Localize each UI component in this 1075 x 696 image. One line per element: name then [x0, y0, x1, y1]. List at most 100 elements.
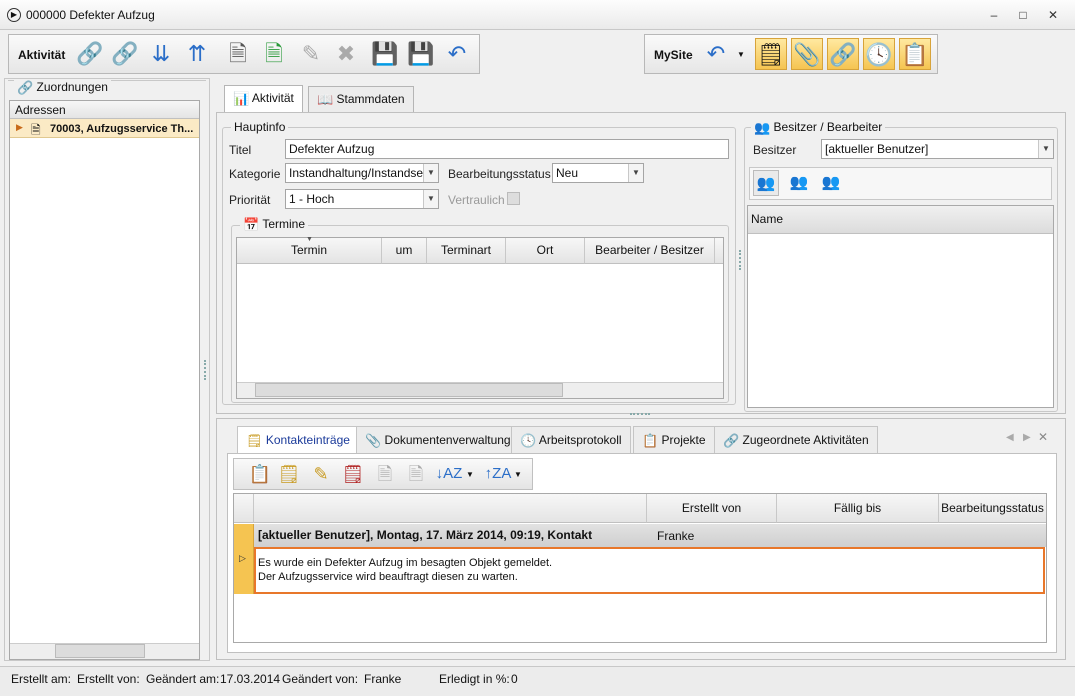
edit-user-icon[interactable]: 👥 [818, 170, 844, 196]
sidebar-scroll-thumb[interactable] [55, 644, 145, 658]
chevron-down-icon[interactable]: ▼ [423, 164, 438, 182]
termine-legend: 📅 Termine [240, 217, 308, 232]
new-document-icon[interactable]: 🗎 [222, 38, 254, 70]
bearbeitungsstatus-select[interactable]: Neu ▼ [552, 163, 644, 183]
besitzer-legend: 👥 Besitzer / Bearbeiter [751, 120, 886, 135]
folder-icon: 📋 [642, 432, 659, 448]
col-um[interactable]: um [382, 238, 427, 264]
erstellt-von-label: Erstellt von: [77, 672, 140, 686]
tab-dokumentenverwaltung-label: Dokumentenverwaltung [384, 433, 511, 447]
col-indicator [234, 494, 254, 523]
activity-icon: 📊 [233, 90, 250, 106]
addresses-header[interactable]: Adressen [10, 101, 199, 119]
arrow-down-icon[interactable]: ⇊ [145, 38, 177, 70]
undo-icon[interactable]: ↶ [700, 38, 732, 70]
expand-arrow-icon[interactable]: ▶ [16, 122, 23, 133]
bearbeitungsstatus-label: Bearbeitungsstatus [448, 167, 551, 181]
clipboard-icon[interactable]: 📋 [899, 38, 931, 70]
erledigt-label: Erledigt in %: [439, 672, 510, 686]
undo-dropdown-icon[interactable]: ▼ [737, 50, 745, 59]
geaendert-von-value: Franke [364, 672, 402, 686]
addresses-panel [9, 100, 200, 660]
save-close-icon[interactable]: 💾 [405, 38, 437, 70]
tab-close-icon[interactable]: ✕ [1038, 430, 1048, 444]
copy-icon[interactable]: 🗎 [369, 458, 401, 490]
tab-projekte[interactable]: 📋 Projekte [633, 426, 715, 454]
col-filler [715, 238, 723, 264]
link-icon[interactable]: 🔗 [827, 38, 859, 70]
tab-zugeordnete[interactable]: 🔗 Zugeordnete Aktivitäten [714, 426, 878, 454]
clock-icon[interactable]: 🕓 [863, 38, 895, 70]
sort-za-icon[interactable]: ↑ZA [482, 458, 514, 490]
tab-aktivitaet-label: Aktivität [251, 91, 294, 105]
note-icon[interactable]: 🗒 [755, 38, 787, 70]
sort-az-icon[interactable]: ↓AZ [433, 458, 465, 490]
paste-icon[interactable]: 🗎 [400, 458, 432, 490]
tab-kontakteintraege[interactable]: 🗒 Kontakteinträge [237, 426, 359, 454]
geaendert-am-label: Geändert am: [146, 672, 220, 686]
prioritaet-value: 1 - Hoch [289, 192, 335, 206]
address-icon: 🗎 [31, 123, 41, 137]
tab-prev-icon[interactable]: ◀ [1006, 432, 1014, 443]
minimize-button[interactable]: – [984, 7, 1004, 23]
add-entry-icon[interactable]: 📋 [244, 458, 276, 490]
tab-stammdaten[interactable]: 📖 Stammdaten [308, 86, 414, 112]
inner-splitter[interactable] [739, 250, 741, 270]
col-terminart[interactable]: Terminart [427, 238, 506, 264]
entry-erstellt-von: Franke [657, 529, 695, 543]
tab-stammdaten-label: Stammdaten [336, 92, 405, 106]
close-button[interactable]: ✕ [1043, 7, 1063, 23]
zuordnungen-label: Zuordnungen [36, 80, 108, 94]
paperclip-icon[interactable]: 📎 [791, 38, 823, 70]
col-name[interactable]: Name [748, 206, 1053, 234]
col-bearbeiter[interactable]: Bearbeiter / Besitzer [585, 238, 715, 264]
arrow-up-icon[interactable]: ⇈ [181, 38, 213, 70]
chevron-down-icon[interactable]: ▼ [1038, 140, 1053, 158]
horizontal-splitter[interactable] [630, 413, 650, 415]
vertraulich-label: Vertraulich [448, 193, 505, 207]
maximize-button[interactable]: □ [1013, 7, 1033, 23]
geaendert-am-value: 17.03.2014 [220, 672, 281, 686]
mysite-label: MySite [654, 48, 693, 62]
tab-arbeitsprotokoll-label: Arbeitsprotokoll [538, 433, 622, 447]
address-label[interactable]: 70003, Aufzugsservice Th... [50, 123, 193, 135]
add-user-icon[interactable]: 👥 [753, 170, 779, 196]
col-bearbeitungsstatus[interactable]: Bearbeitungsstatus [939, 494, 1046, 523]
vertical-splitter[interactable] [204, 360, 206, 380]
new-note-icon[interactable]: 🗒 [273, 458, 305, 490]
chevron-down-icon[interactable]: ▼ [628, 164, 643, 182]
col-ort[interactable]: Ort [506, 238, 585, 264]
delete-icon[interactable]: ✖ [330, 38, 362, 70]
chevron-down-icon[interactable]: ▼ [423, 190, 438, 208]
remove-user-icon[interactable]: 👥 [786, 170, 812, 196]
tab-arbeitsprotokoll[interactable]: 🕓 Arbeitsprotokoll [511, 426, 631, 454]
note-icon: 🗒 [246, 432, 263, 448]
book-icon: 📖 [317, 91, 334, 107]
erstellt-am-label: Erstellt am: [11, 672, 72, 686]
besitzer-select[interactable]: [aktueller Benutzer] ▼ [821, 139, 1054, 159]
col-erstellt-von[interactable]: Erstellt von [647, 494, 777, 523]
tab-dokumentenverwaltung[interactable]: 📎 Dokumentenverwaltung [356, 426, 520, 454]
termine-scroll-thumb[interactable] [255, 383, 563, 397]
tab-next-icon[interactable]: ▶ [1023, 432, 1031, 443]
besitzer-grid [747, 205, 1054, 408]
tab-aktivitaet[interactable]: 📊 Aktivität [224, 85, 303, 113]
tab-projekte-label: Projekte [661, 433, 706, 447]
prioritaet-select[interactable]: 1 - Hoch ▼ [285, 189, 439, 209]
sort-za-dropdown-icon[interactable]: ▼ [514, 470, 522, 479]
link-remove-icon[interactable]: 🔗 [109, 38, 141, 70]
save-icon[interactable]: 💾 [369, 38, 401, 70]
document-check-icon[interactable]: 🗎 [258, 38, 290, 70]
link-add-icon[interactable]: 🔗 [74, 38, 106, 70]
kategorie-select[interactable]: Instandhaltung/Instandse ▼ [285, 163, 439, 183]
undo-close-icon[interactable]: ↶ [441, 38, 473, 70]
kategorie-value: Instandhaltung/Instandse [289, 166, 424, 180]
sort-az-dropdown-icon[interactable]: ▼ [466, 470, 474, 479]
vertraulich-checkbox[interactable] [507, 192, 520, 205]
titel-input[interactable]: Defekter Aufzug [285, 139, 729, 159]
edit-note-icon[interactable]: ✎ [305, 458, 337, 490]
geaendert-von-label: Geändert von: [282, 672, 359, 686]
edit-icon[interactable]: ✎ [295, 38, 327, 70]
delete-note-icon[interactable]: 🗒 [337, 458, 369, 490]
col-faellig-bis[interactable]: Fällig bis [777, 494, 939, 523]
